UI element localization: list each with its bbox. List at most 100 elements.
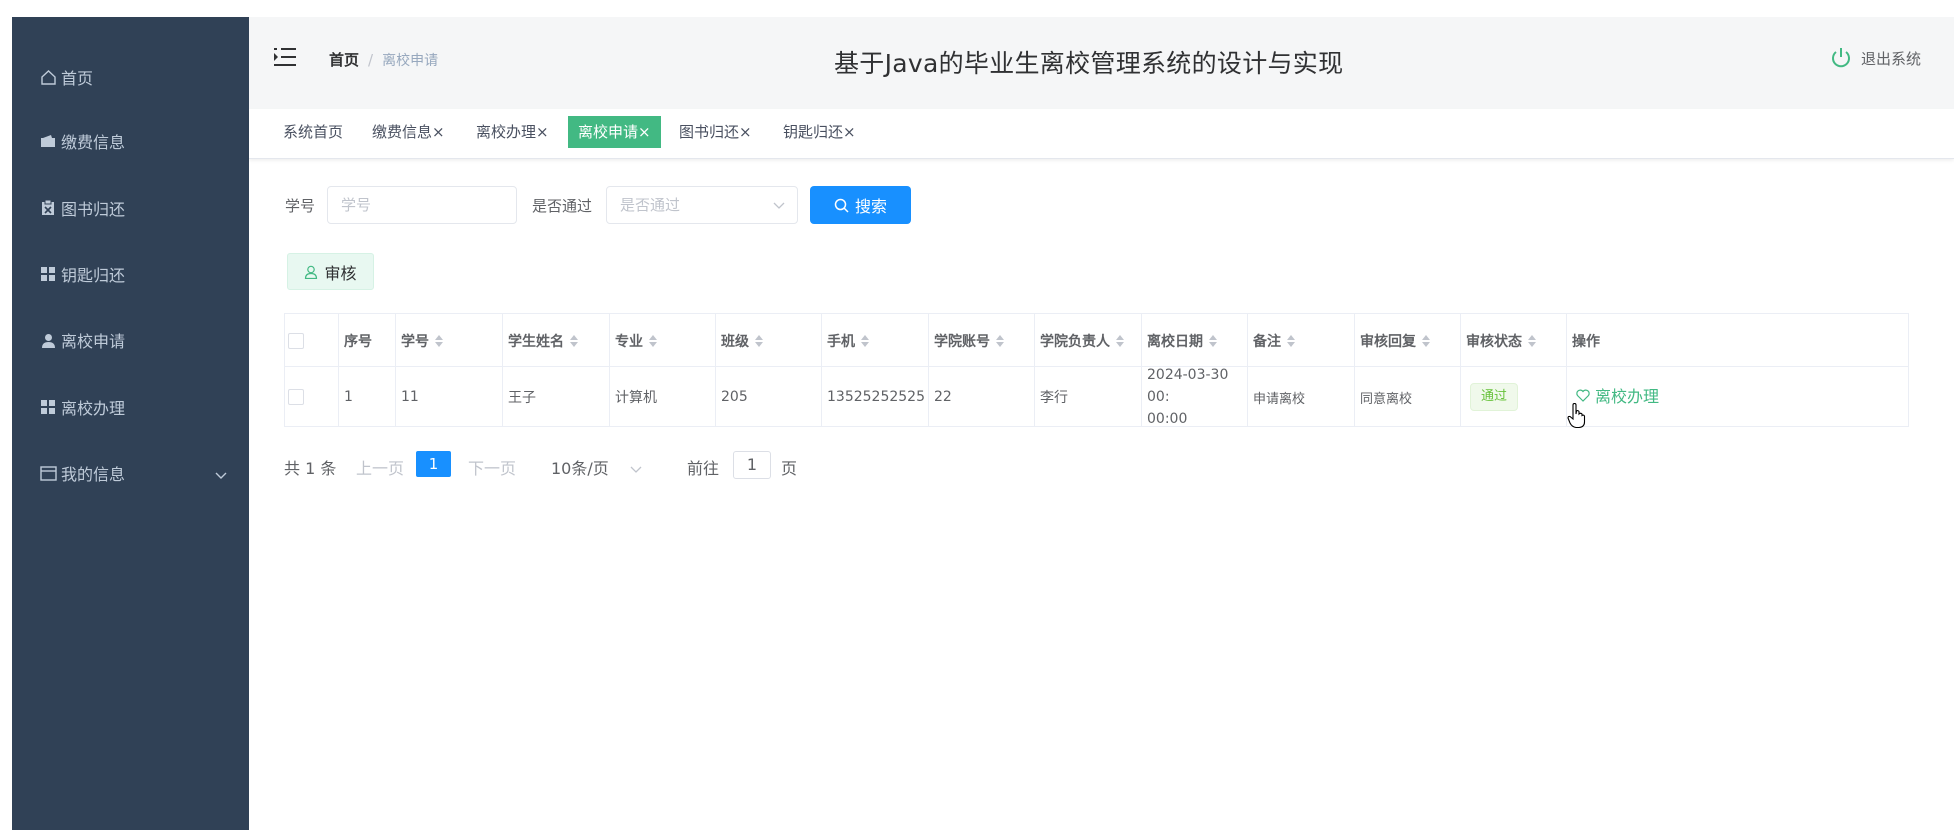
goto-label: 前往 [687,459,720,478]
sort-icon[interactable] [755,334,763,347]
header-checkbox[interactable] [288,314,304,367]
pass-label: 是否通过 [532,197,593,215]
goto-page-input[interactable]: 1 [733,451,771,479]
sidebar-item-my-info[interactable]: 我的信息 [12,453,249,493]
heart-icon [1576,389,1590,402]
sidebar-item-label: 图书归还 [61,200,126,219]
sort-icon[interactable] [996,334,1004,347]
breadcrumb: 首页 / 离校申请 [329,49,438,70]
sort-icon[interactable] [1287,334,1295,347]
column-divider [1247,314,1248,426]
column-header-label: 审核回复 [1360,333,1416,350]
chevron-down-icon [773,187,785,223]
column-header[interactable]: 学院账号 [934,314,1004,367]
sort-icon[interactable] [435,334,443,347]
column-header[interactable]: 备注 [1253,314,1295,367]
cell-class: 205 [721,389,748,405]
breadcrumb-separator: / [368,50,374,69]
pass-select[interactable]: 是否通过 [606,186,798,224]
chevron-down-icon [630,466,642,473]
column-header-label: 学院负责人 [1040,333,1110,350]
column-header[interactable]: 离校日期 [1147,314,1217,367]
column-header[interactable]: 学院负责人 [1040,314,1124,367]
xuehao-input[interactable]: 学号 [327,186,517,224]
sort-icon[interactable] [861,334,869,347]
tag-payment[interactable]: 缴费信息× [369,116,448,148]
column-divider [1354,314,1355,426]
header: 首页 / 离校申请 基于Java的毕业生离校管理系统的设计与实现 退出系统 [249,17,1954,109]
column-header: 序号 [344,314,372,367]
hand-cursor-icon [1567,402,1587,433]
audit-button[interactable]: 审核 [287,253,374,290]
sidebar-item-label: 缴费信息 [61,133,126,152]
tag-key-return[interactable]: 钥匙归还× [780,116,859,148]
sort-icon[interactable] [1528,334,1536,347]
search-button-label: 搜索 [854,197,887,216]
page-size-label: 10条/页 [551,459,609,478]
column-header[interactable]: 手机 [827,314,869,367]
top-strip [0,0,1954,17]
column-header[interactable]: 学号 [401,314,443,367]
sort-icon[interactable] [1116,334,1124,347]
column-divider [1034,314,1035,426]
sidebar-item-label: 首页 [61,69,94,88]
cell-status: 通过 [1470,367,1519,427]
column-header[interactable]: 审核状态 [1466,314,1536,367]
tag-book-return[interactable]: 图书归还× [676,116,755,148]
search-button[interactable]: 搜索 [810,186,911,224]
tag-leave-handle[interactable]: 离校办理× [473,116,552,148]
table-header: 序号 学号 学生姓名 专业 班级 手机 学院账号 学院负责人 离校日期 备注 审… [285,314,1908,367]
column-header: 操作 [1572,314,1600,367]
xuehao-label: 学号 [285,197,316,215]
cell-major: 计算机 [615,390,657,406]
pagination-next[interactable]: 下一页 [468,455,516,479]
sidebar-item-label: 离校申请 [61,332,126,351]
sidebar-item-key-return[interactable]: 钥匙归还 [12,254,249,294]
pagination-prev[interactable]: 上一页 [356,455,404,479]
leave-handle-link[interactable]: 离校办理 [1576,383,1659,407]
sort-icon[interactable] [1422,334,1430,347]
column-header-label: 备注 [1253,333,1281,350]
cell-phone: 13525252525 [827,389,925,405]
logout-label: 退出系统 [1860,49,1921,68]
sort-icon[interactable] [649,334,657,347]
sort-icon[interactable] [570,334,578,347]
row-checkbox[interactable] [288,389,304,405]
page-size-select[interactable]: 10条/页 [551,455,642,479]
search-icon [834,198,849,213]
power-icon [1831,48,1850,68]
table-row[interactable]: 1 11 王子 计算机 205 13525252525 22 李行 2024-0… [285,367,1908,427]
leave-handle-link-label: 离校办理 [1595,387,1660,406]
row-checkbox-cell[interactable] [288,367,304,427]
column-header[interactable]: 审核回复 [1360,314,1430,367]
menu-toggle-icon[interactable] [274,47,296,67]
breadcrumb-home[interactable]: 首页 [329,49,359,70]
column-header-label: 学号 [401,333,429,350]
clipboard-icon [38,198,58,218]
sort-icon[interactable] [1209,334,1217,347]
user-icon [38,330,58,350]
column-divider [928,314,929,426]
logout-button[interactable]: 退出系统 [1830,47,1921,69]
card-icon [38,463,58,483]
pagination-page[interactable]: 1 [416,451,451,477]
sidebar-item-payment[interactable]: 缴费信息 [12,121,249,161]
column-divider [338,314,339,426]
sidebar-item-home[interactable]: 首页 [12,57,249,97]
audit-button-label: 审核 [324,263,357,283]
page: 首页 缴费信息 图书归还 钥匙归还 离校申请 离校办理 我的信息 首页 / 离校… [0,0,1954,830]
cell-date-line2: 00:00 [1147,411,1188,427]
tag-leave-apply[interactable]: 离校申请× [568,116,661,148]
column-header[interactable]: 班级 [721,314,763,367]
column-header[interactable]: 专业 [615,314,657,367]
pass-select-placeholder: 是否通过 [620,196,681,214]
sidebar-item-leave-handle[interactable]: 离校办理 [12,387,249,427]
select-all-checkbox[interactable] [288,332,304,349]
column-header[interactable]: 学生姓名 [508,314,578,367]
tag-home[interactable]: 系统首页 [280,116,346,148]
sidebar-item-book-return[interactable]: 图书归还 [12,188,249,228]
sidebar-item-label: 钥匙归还 [61,266,126,285]
sidebar-item-leave-apply[interactable]: 离校申请 [12,320,249,360]
cell-college-account: 22 [934,389,952,405]
column-header-label: 学生姓名 [508,333,564,350]
